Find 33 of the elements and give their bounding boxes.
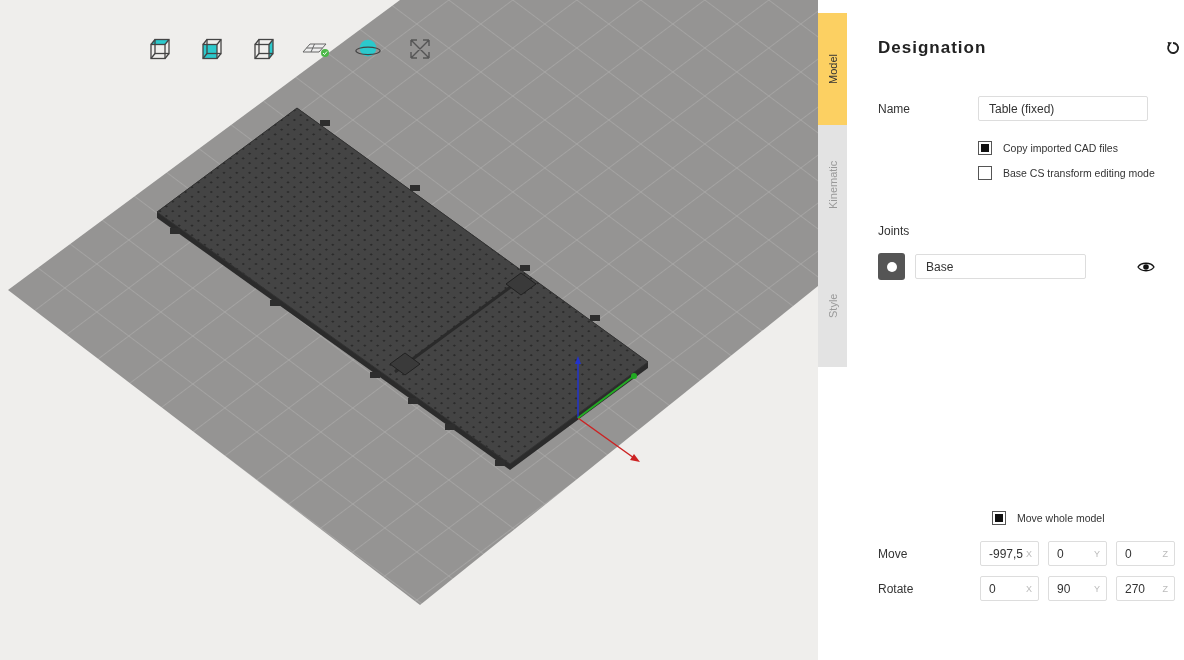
field-value: 0 bbox=[1057, 546, 1064, 561]
axis-label: Z bbox=[1162, 548, 1168, 559]
checkbox[interactable] bbox=[978, 166, 992, 180]
dot-icon bbox=[886, 261, 897, 272]
coordinate-field[interactable]: 270 Z bbox=[1116, 576, 1175, 601]
field-label: Name bbox=[878, 101, 911, 116]
checkbox[interactable] bbox=[992, 511, 1006, 525]
name-field[interactable]: Table (fixed) bbox=[978, 96, 1148, 121]
field-label: Move bbox=[878, 546, 909, 561]
eye-icon[interactable] bbox=[1137, 260, 1155, 273]
field-value: 90 bbox=[1057, 581, 1071, 596]
coordinate-field[interactable]: 0 Z bbox=[1116, 541, 1175, 566]
axis-label: X bbox=[1026, 548, 1032, 559]
joint-field[interactable]: Base bbox=[915, 254, 1086, 279]
checkbox-label: Base CS transform editing mode bbox=[1003, 167, 1155, 179]
axis-label: X bbox=[1026, 583, 1032, 594]
panel-title: Designation bbox=[878, 38, 987, 58]
checkbox[interactable] bbox=[978, 141, 992, 155]
field-value: 0 bbox=[989, 581, 996, 596]
checkbox-label: Move whole model bbox=[1017, 512, 1105, 524]
reset-icon[interactable] bbox=[1166, 41, 1180, 55]
axis-label: Z bbox=[1162, 583, 1168, 594]
field-value: 270 bbox=[1125, 581, 1146, 596]
coordinate-field[interactable]: 0 X bbox=[980, 576, 1039, 601]
joint-button[interactable] bbox=[878, 253, 905, 280]
side-tab[interactable]: Model bbox=[818, 13, 847, 125]
field-value: -997,5 bbox=[989, 546, 1024, 561]
section-label: Joints bbox=[878, 224, 911, 238]
field-value: 0 bbox=[1125, 546, 1132, 561]
checkbox-label: Copy imported CAD files bbox=[1003, 142, 1118, 154]
coordinate-field[interactable]: -997,5 X bbox=[980, 541, 1039, 566]
viewport[interactable] bbox=[0, 0, 818, 660]
field-label: Rotate bbox=[878, 581, 915, 596]
